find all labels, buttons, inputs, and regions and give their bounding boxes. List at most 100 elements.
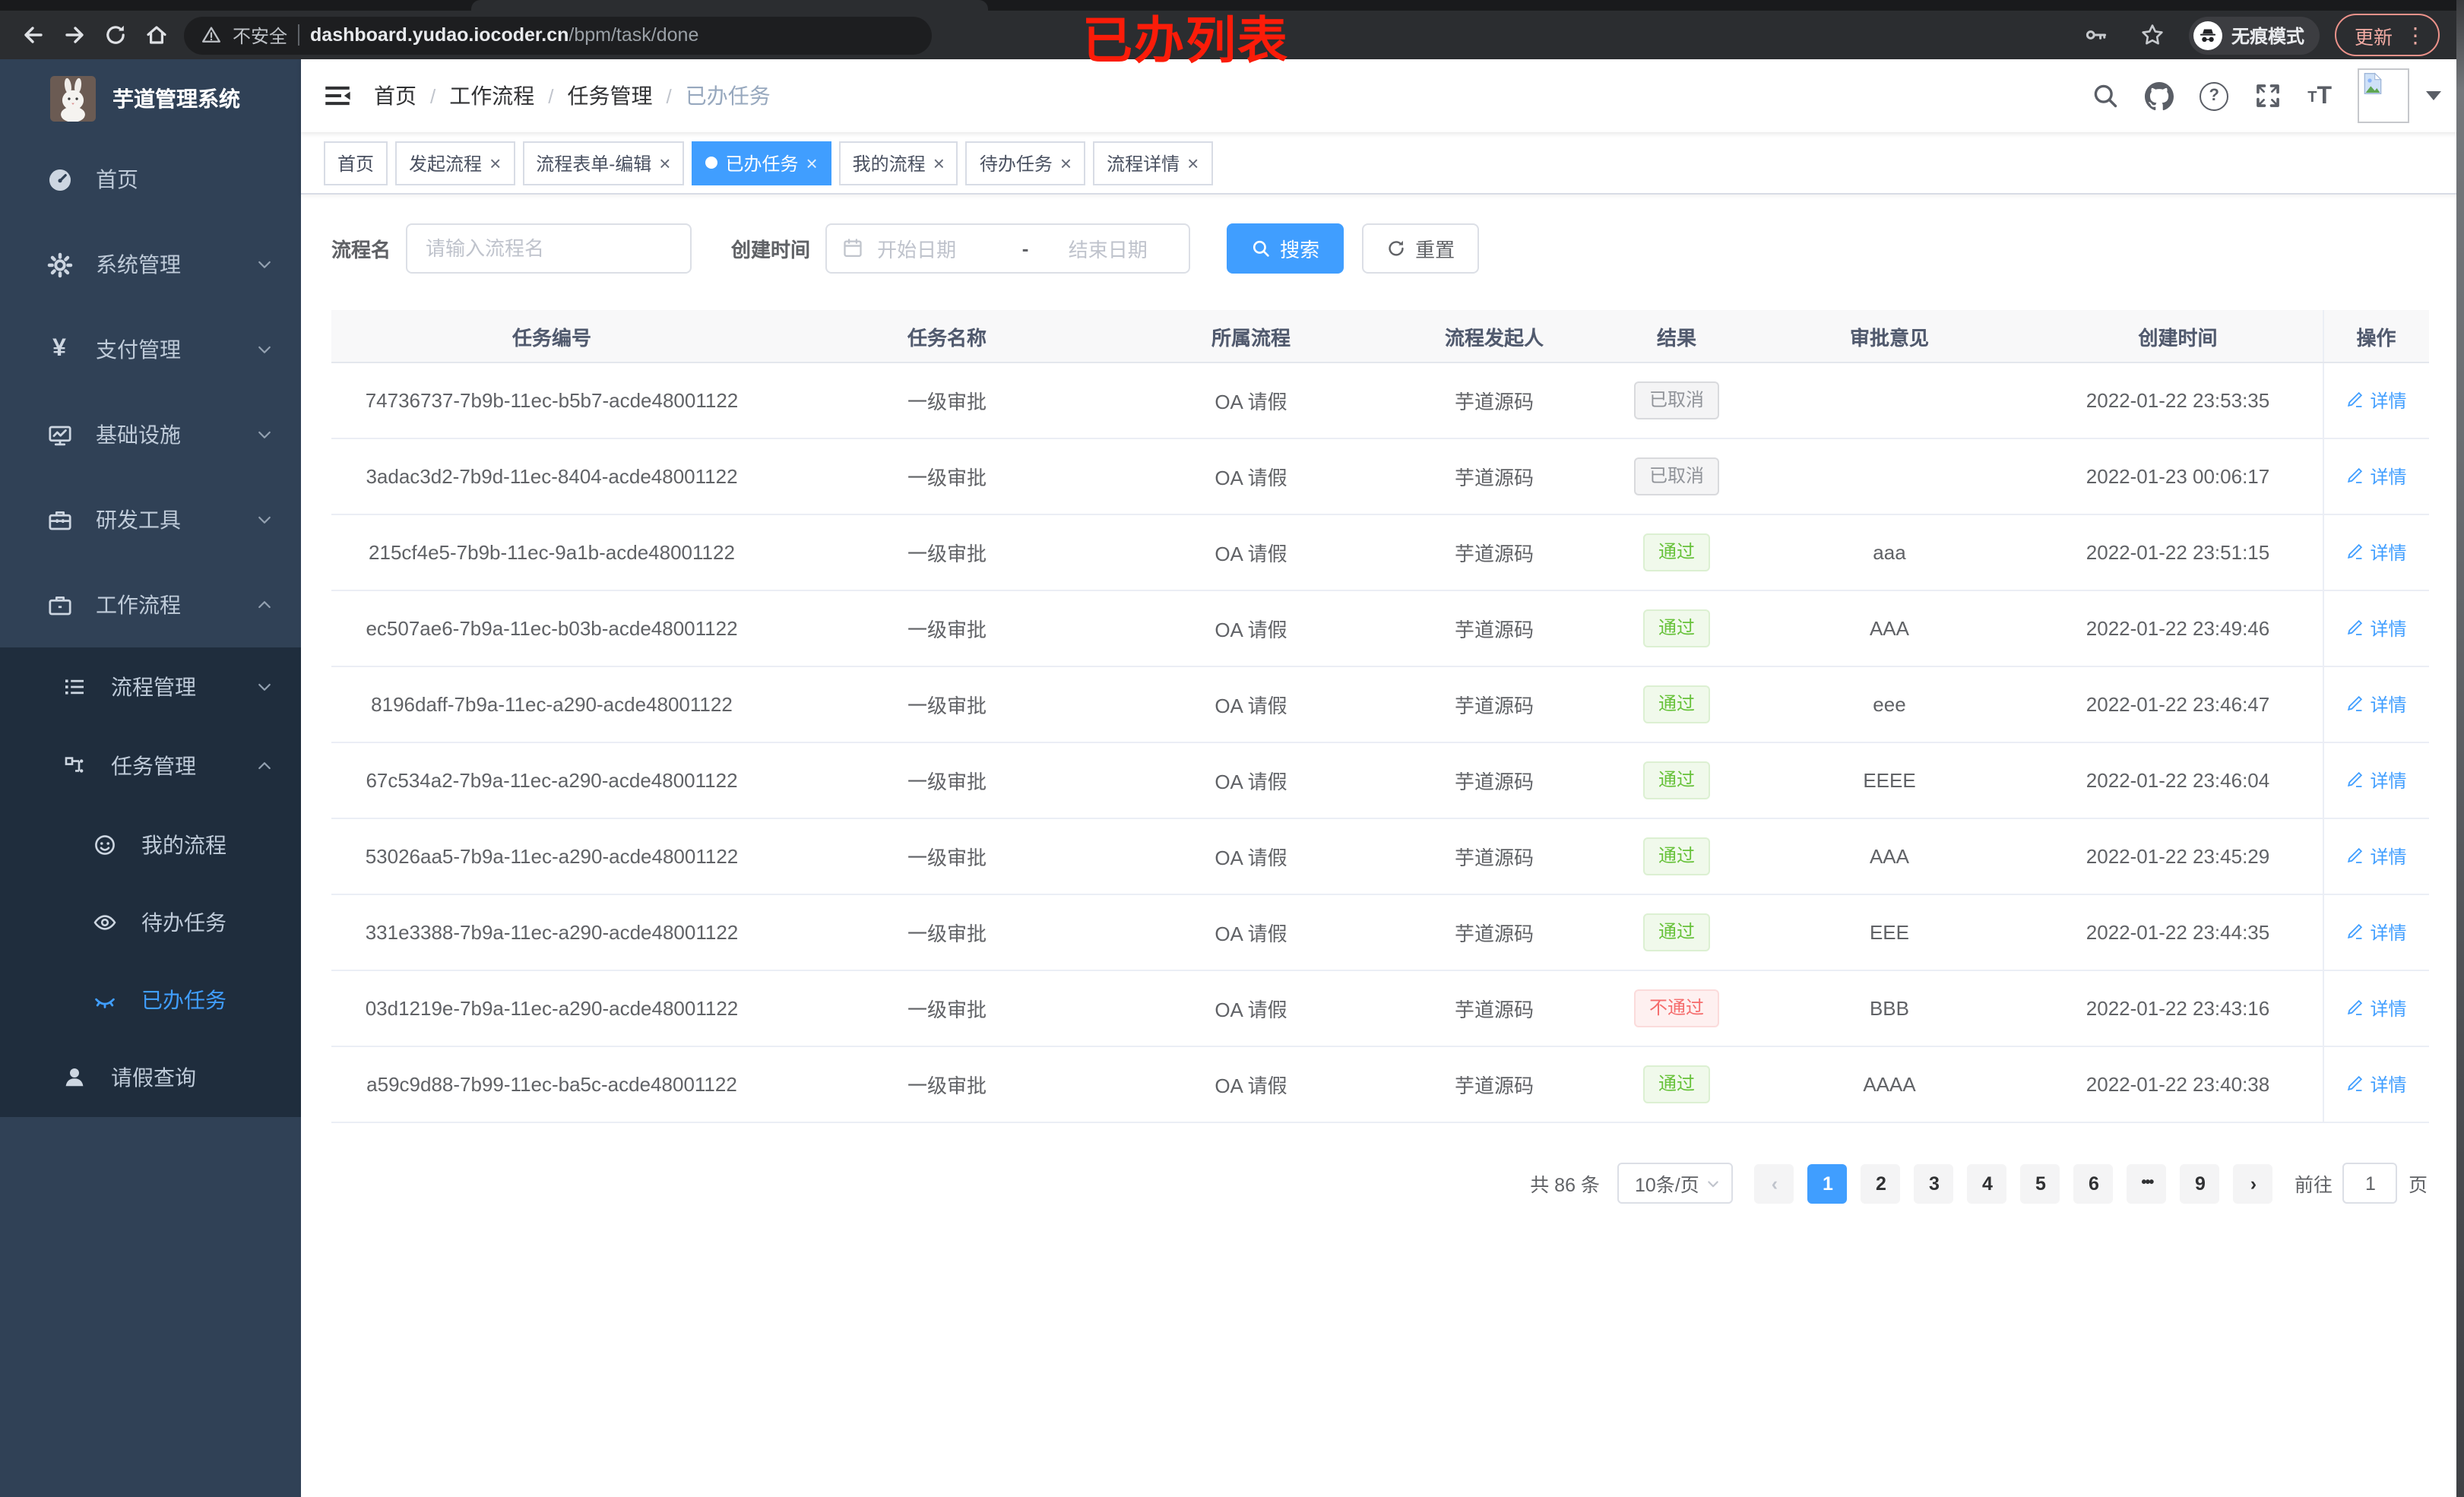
detail-link[interactable]: 详情 <box>2345 464 2407 489</box>
process-name-input[interactable] <box>406 223 692 273</box>
font-size-icon[interactable]: TT <box>2307 84 2332 108</box>
cell-task-id: a59c9d88-7b99-11ec-ba5c-acde48001122 <box>331 1046 772 1123</box>
close-icon[interactable]: × <box>659 153 670 172</box>
status-badge: 通过 <box>1642 685 1710 723</box>
avatar-caret-icon[interactable] <box>2426 91 2441 100</box>
close-icon[interactable]: × <box>1060 153 1072 172</box>
page-ellipsis[interactable]: ••• <box>2127 1163 2167 1203</box>
update-label: 更新 <box>2354 27 2393 48</box>
pencil-icon <box>2348 544 2363 560</box>
github-icon[interactable] <box>2145 81 2174 110</box>
page-size-select[interactable]: 10条/页 <box>1617 1163 1734 1204</box>
sidebar-item-my-process[interactable]: 我的流程 <box>0 805 301 883</box>
forward-button[interactable] <box>53 14 94 55</box>
detail-label: 详情 <box>2370 998 2407 1020</box>
update-button[interactable]: 更新 ⋮ <box>2334 14 2440 56</box>
security-warning-icon[interactable] <box>201 24 222 46</box>
cell-comment <box>1745 438 2034 515</box>
cell-task-name: 一级审批 <box>772 438 1122 515</box>
cell-comment: AAA <box>1745 590 2034 667</box>
address-bar[interactable]: 不安全 dashboard.yudao.iocoder.cn/bpm/task/… <box>184 16 932 54</box>
page-button-2[interactable]: 2 <box>1861 1163 1901 1203</box>
detail-link[interactable]: 详情 <box>2345 1071 2407 1097</box>
sidebar-item-done-tasks[interactable]: 已办任务 <box>0 961 301 1038</box>
detail-link[interactable]: 详情 <box>2345 995 2407 1021</box>
tab-process-form-edit[interactable]: 流程表单-编辑 × <box>522 141 685 185</box>
close-icon[interactable]: × <box>489 153 501 172</box>
sidebar-item-workflow[interactable]: 工作流程 <box>0 562 301 647</box>
tab-home[interactable]: 首页 <box>324 141 388 185</box>
reset-button[interactable]: 重置 <box>1362 223 1480 273</box>
detail-link[interactable]: 详情 <box>2345 388 2407 413</box>
status-badge: 已取消 <box>1633 381 1719 419</box>
breadcrumb-home[interactable]: 首页 <box>374 81 416 111</box>
sidebar-item-infrastructure[interactable]: 基础设施 <box>0 392 301 477</box>
col-actions: 操作 <box>2322 310 2429 363</box>
close-icon[interactable]: × <box>806 153 817 172</box>
detail-link[interactable]: 详情 <box>2345 919 2407 945</box>
tab-my-process[interactable]: 我的流程 × <box>838 141 958 185</box>
breadcrumb-workflow[interactable]: 工作流程 <box>449 81 534 111</box>
page-button-6[interactable]: 6 <box>2073 1163 2114 1203</box>
password-key-icon[interactable] <box>2076 14 2117 55</box>
sidebar-item-task-management[interactable]: 任务管理 <box>0 726 301 805</box>
prev-page-button[interactable]: ‹ <box>1754 1163 1794 1203</box>
fullscreen-icon[interactable] <box>2254 82 2282 109</box>
tab-start-process[interactable]: 发起流程 × <box>395 141 515 185</box>
list-icon <box>61 675 88 699</box>
reload-button[interactable] <box>94 14 135 55</box>
page-button-5[interactable]: 5 <box>2020 1163 2060 1203</box>
search-button[interactable]: 搜索 <box>1227 223 1344 273</box>
close-icon[interactable]: × <box>1187 153 1199 172</box>
bookmark-star-icon[interactable] <box>2133 14 2174 55</box>
sidebar-collapse-icon[interactable] <box>324 82 351 109</box>
help-icon[interactable]: ? <box>2200 81 2229 110</box>
app-logo[interactable]: 芋道管理系统 <box>0 59 301 137</box>
avatar[interactable] <box>2358 68 2409 123</box>
page-button-9[interactable]: 9 <box>2180 1163 2220 1203</box>
detail-link[interactable]: 详情 <box>2345 692 2407 717</box>
next-page-button[interactable]: › <box>2233 1163 2273 1203</box>
sidebar-item-leave-query[interactable]: 请假查询 <box>0 1038 301 1117</box>
date-range-input[interactable]: 开始日期 - 结束日期 <box>825 223 1191 273</box>
detail-link[interactable]: 详情 <box>2345 616 2407 641</box>
sidebar-item-payment[interactable]: ¥ 支付管理 <box>0 307 301 392</box>
sidebar-item-process-management[interactable]: 流程管理 <box>0 647 301 726</box>
close-icon[interactable]: × <box>933 153 945 172</box>
cell-created: 2022-01-22 23:53:35 <box>2034 362 2323 439</box>
sidebar-item-label: 流程管理 <box>111 675 196 699</box>
pager: ‹ 1 2 3 4 5 6 ••• 9 › <box>1754 1163 2273 1203</box>
detail-link[interactable]: 详情 <box>2345 767 2407 793</box>
sidebar-item-home[interactable]: 首页 <box>0 137 301 222</box>
search-icon[interactable] <box>2092 82 2119 109</box>
detail-link[interactable]: 详情 <box>2345 843 2407 869</box>
goto-page-input[interactable] <box>2342 1163 2398 1204</box>
sidebar-item-dev-tools[interactable]: 研发工具 <box>0 477 301 562</box>
app-title: 芋道管理系统 <box>112 86 240 110</box>
home-button[interactable] <box>135 14 176 55</box>
incognito-badge[interactable]: 无痕模式 <box>2188 16 2320 54</box>
navbar: 首页 / 工作流程 / 任务管理 / 已办任务 ? T T <box>301 59 2464 132</box>
cell-process: OA 请假 <box>1122 362 1380 439</box>
page-button-1[interactable]: 1 <box>1807 1163 1848 1203</box>
security-label[interactable]: 不安全 <box>233 22 287 48</box>
tab-label: 首页 <box>337 153 375 174</box>
tab-process-detail[interactable]: 流程详情 × <box>1093 141 1213 185</box>
back-button[interactable] <box>12 14 53 55</box>
sidebar-item-todo-tasks[interactable]: 待办任务 <box>0 883 301 961</box>
active-browser-tab[interactable] <box>471 0 988 11</box>
tab-todo-tasks[interactable]: 待办任务 × <box>965 141 1086 185</box>
page-button-3[interactable]: 3 <box>1914 1163 1954 1203</box>
detail-link[interactable]: 详情 <box>2345 540 2407 565</box>
cell-comment: BBB <box>1745 970 2034 1047</box>
sidebar: 芋道管理系统 首页 系统管理 ¥ 支付管理 基础设施 研发工具 工作流程 流程管… <box>0 59 301 1497</box>
breadcrumb-task-management[interactable]: 任务管理 <box>568 81 653 111</box>
url-text[interactable]: dashboard.yudao.iocoder.cn/bpm/task/done <box>310 24 698 46</box>
cell-comment <box>1745 362 2034 439</box>
tab-done-tasks[interactable]: 已办任务 × <box>692 141 831 185</box>
cell-comment: EEE <box>1745 894 2034 971</box>
sidebar-item-system[interactable]: 系统管理 <box>0 222 301 307</box>
page-button-4[interactable]: 4 <box>1967 1163 2007 1203</box>
browser-menu-icon[interactable]: ⋮ <box>2405 22 2426 48</box>
cell-created: 2022-01-22 23:46:04 <box>2034 742 2323 819</box>
